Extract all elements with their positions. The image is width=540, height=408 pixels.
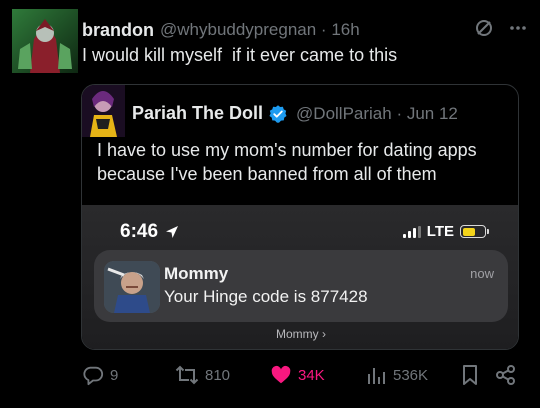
like-count: 34K: [298, 366, 325, 384]
notification-banner[interactable]: Mommy Your Hinge code is 877428 now: [94, 250, 508, 322]
notification-body: Your Hinge code is 877428: [164, 287, 368, 306]
bookmark-button[interactable]: [460, 364, 480, 386]
retweet-icon: [175, 364, 199, 386]
views-icon: [365, 364, 387, 386]
quoted-tweet-text: I have to use my mom's number for dating…: [97, 140, 477, 184]
more-icon[interactable]: [508, 18, 528, 38]
grok-icon[interactable]: [474, 18, 494, 38]
author-display-name[interactable]: brandon: [82, 20, 154, 41]
tweet-header: brandon @whybuddypregnan · 16h: [82, 18, 528, 42]
verified-badge-icon: [268, 104, 288, 124]
share-button[interactable]: [495, 364, 517, 386]
quoted-author-display-name[interactable]: Pariah The Doll: [132, 103, 263, 124]
chevron-right-icon: ›: [322, 327, 326, 341]
tweet-text: I would kill myself if it ever came to t…: [82, 45, 398, 65]
notification-time: now: [470, 266, 494, 281]
contact-photo: [104, 261, 160, 313]
quoted-tweet-date: Jun 12: [406, 103, 458, 123]
reply-icon: [82, 364, 104, 386]
battery-level: [462, 227, 476, 236]
like-button[interactable]: 34K: [270, 364, 325, 386]
reply-button[interactable]: 9: [82, 364, 118, 386]
status-indicators: LTE: [402, 223, 489, 240]
author-avatar[interactable]: [12, 9, 78, 73]
heart-icon: [270, 364, 292, 386]
battery-icon: [460, 225, 489, 238]
reply-count: 9: [110, 366, 119, 384]
notification-group-label[interactable]: Mommy ›: [82, 327, 518, 341]
retweet-count: 810: [205, 366, 231, 384]
notification-title: Mommy: [164, 264, 229, 283]
status-time: 6:46: [120, 221, 180, 243]
bookmark-icon: [460, 364, 480, 386]
retweet-button[interactable]: 810: [175, 364, 230, 386]
author-handle[interactable]: @whybuddypregnan · 16h: [160, 20, 360, 40]
quoted-author-handle[interactable]: @DollPariah · Jun 12: [296, 104, 458, 124]
quoted-tweet-header: Pariah The Doll @DollPariah · Jun 12: [132, 103, 458, 124]
attached-screenshot[interactable]: 6:46 LTE Mommy Your Hinge code is 877428…: [82, 205, 518, 349]
signal-bars-icon: [402, 225, 421, 238]
quoted-tweet-card[interactable]: Pariah The Doll @DollPariah · Jun 12 I h…: [81, 84, 519, 350]
quoted-author-avatar[interactable]: [82, 85, 125, 137]
tweet-actions: 9 810 34K 536K: [80, 364, 520, 390]
views-button[interactable]: 536K: [365, 364, 428, 386]
network-type: LTE: [426, 223, 454, 240]
view-count: 536K: [393, 366, 429, 384]
share-icon: [495, 364, 517, 386]
tweet-time: 16h: [331, 20, 360, 39]
location-arrow-icon: [164, 224, 180, 240]
